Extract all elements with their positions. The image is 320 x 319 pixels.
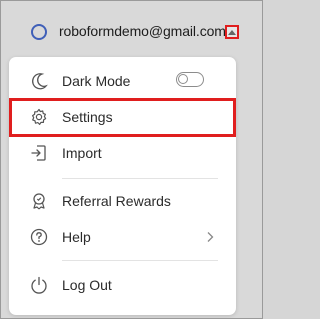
menu-item-label: Import bbox=[62, 145, 102, 161]
chevron-right-icon bbox=[207, 232, 214, 242]
menu-item-import[interactable]: Import bbox=[9, 135, 236, 171]
caret-up-icon bbox=[228, 29, 236, 35]
menu-divider bbox=[62, 260, 218, 261]
menu-item-label: Log Out bbox=[62, 277, 112, 293]
power-icon bbox=[31, 276, 47, 294]
toggle-knob bbox=[178, 74, 188, 84]
menu-item-log-out[interactable]: Log Out bbox=[9, 267, 236, 303]
menu-item-label: Help bbox=[62, 229, 91, 245]
question-circle-icon bbox=[30, 228, 48, 246]
menu-item-label: Dark Mode bbox=[62, 73, 131, 89]
account-header: roboformdemo@gmail.com bbox=[1, 1, 262, 57]
import-icon bbox=[31, 145, 46, 161]
dark-mode-toggle[interactable] bbox=[176, 72, 204, 87]
menu-divider bbox=[62, 178, 218, 179]
moon-icon bbox=[32, 73, 48, 90]
user-avatar-icon bbox=[31, 24, 47, 40]
menu-item-label: Settings bbox=[62, 109, 113, 125]
menu-item-referral-rewards[interactable]: Referral Rewards bbox=[9, 183, 236, 219]
menu-item-label: Referral Rewards bbox=[62, 193, 171, 209]
menu-item-settings[interactable]: Settings bbox=[9, 99, 236, 135]
account-menu-toggle-button[interactable] bbox=[225, 25, 239, 39]
account-dropdown-menu: Dark Mode Settings Import Referral Rewar… bbox=[9, 57, 236, 315]
app-window: roboformdemo@gmail.com Dark Mode Setting… bbox=[0, 0, 263, 319]
menu-item-dark-mode[interactable]: Dark Mode bbox=[9, 63, 236, 99]
account-email[interactable]: roboformdemo@gmail.com bbox=[59, 23, 226, 39]
menu-item-help[interactable]: Help bbox=[9, 219, 236, 255]
badge-icon bbox=[33, 193, 45, 210]
gear-icon bbox=[32, 108, 47, 125]
